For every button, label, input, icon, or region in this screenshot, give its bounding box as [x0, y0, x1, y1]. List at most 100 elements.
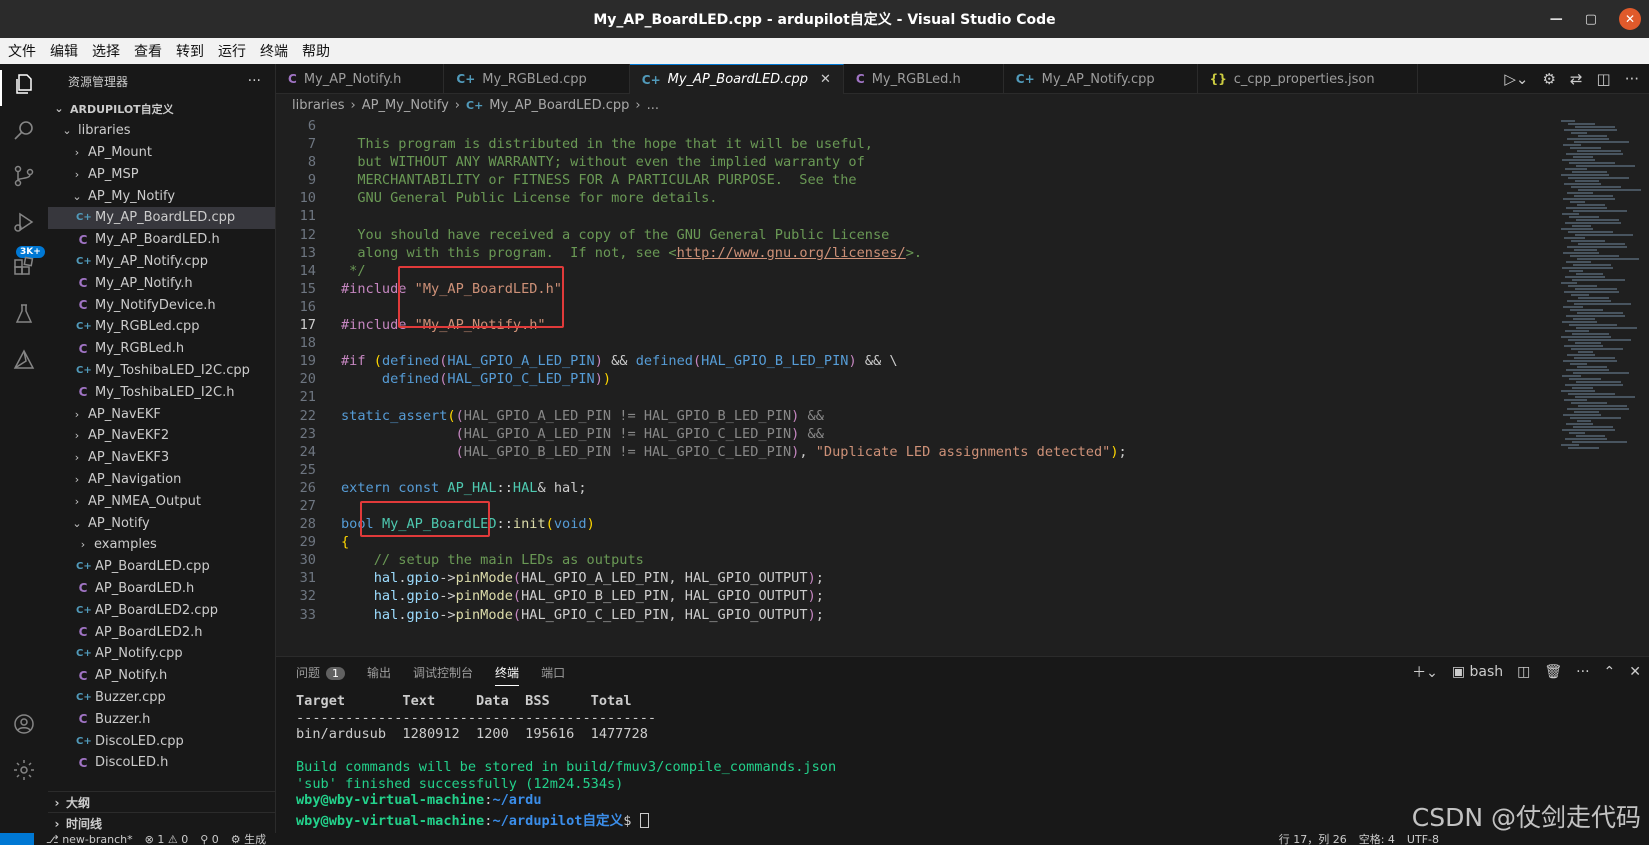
terminal-line: Build commands will be stored in build/f…	[296, 759, 837, 775]
breadcrumb-symbol[interactable]: ...	[647, 98, 659, 113]
workspace-root[interactable]: ⌄ ARDUPILOT自定义	[48, 98, 275, 120]
tree-item[interactable]: C+ My_ToshibaLED_I2C.cpp	[48, 360, 275, 382]
tree-item[interactable]: C DiscoLED.h	[48, 752, 275, 774]
more-actions-icon[interactable]: ···	[248, 73, 261, 89]
tree-item[interactable]: C AP_BoardLED2.h	[48, 621, 275, 643]
run-icon[interactable]: ▷⌄	[1504, 70, 1528, 88]
timeline-section[interactable]: › 时间线	[48, 812, 275, 833]
tree-item[interactable]: C+ My_RGBLed.cpp	[48, 316, 275, 338]
tree-item[interactable]: C+ DiscoLED.cpp	[48, 730, 275, 752]
editor-tab[interactable]: C+ My_RGBLed.cpp	[444, 64, 630, 94]
tree-item[interactable]: › AP_Navigation	[48, 469, 275, 491]
tree-item[interactable]: › AP_NavEKF	[48, 403, 275, 425]
tree-item-label: AP_BoardLED2.cpp	[95, 602, 218, 618]
menu-terminal[interactable]: 终端	[258, 41, 290, 61]
close-panel-icon[interactable]: ✕	[1629, 664, 1641, 680]
tab-debug-console[interactable]: 调试控制台	[413, 664, 473, 681]
new-terminal-icon[interactable]: ＋⌄	[1412, 662, 1438, 682]
tree-item[interactable]: ⌄ AP_Notify	[48, 512, 275, 534]
code-editor[interactable]: 6 7 This program is distributed in the ho…	[276, 116, 1649, 656]
editor-tab-label: My_RGBLed.cpp	[482, 71, 587, 87]
remote-indicator[interactable]	[0, 833, 34, 845]
tree-item[interactable]: C+ Buzzer.cpp	[48, 687, 275, 709]
tree-item[interactable]: C+ AP_BoardLED.cpp	[48, 556, 275, 578]
tab-ports[interactable]: 端口	[541, 664, 565, 681]
build-button[interactable]: ⚙ 生成	[231, 833, 266, 845]
tree-item[interactable]: C My_NotifyDevice.h	[48, 294, 275, 316]
more-actions-icon[interactable]: ···	[1625, 70, 1639, 88]
tree-item[interactable]: › AP_NMEA_Output	[48, 490, 275, 512]
tree-item[interactable]: C+ My_AP_BoardLED.cpp	[48, 206, 275, 229]
minimap-line	[1569, 216, 1599, 218]
tree-item[interactable]: C My_RGBLed.h	[48, 338, 275, 360]
menu-selection[interactable]: 选择	[90, 41, 122, 61]
line-number: 7	[307, 136, 316, 153]
terminal-output[interactable]: Target Text Data BSS Total --------------…	[296, 693, 837, 829]
explorer-icon[interactable]	[12, 72, 36, 96]
source-control-icon[interactable]	[12, 164, 36, 188]
trash-icon[interactable]: 🗑	[1544, 664, 1562, 680]
indentation[interactable]: 空格: 4	[1359, 833, 1395, 845]
menu-go[interactable]: 转到	[174, 41, 206, 61]
tree-item[interactable]: C My_AP_Notify.h	[48, 272, 275, 294]
editor-tab[interactable]: C My_RGBLed.h	[844, 64, 1004, 94]
more-actions-icon[interactable]: ···	[1576, 664, 1589, 680]
tree-item[interactable]: › AP_NavEKF3	[48, 447, 275, 469]
settings-gear-icon[interactable]: ⚙	[1542, 70, 1555, 88]
ports-indicator[interactable]: ⚲ 0	[200, 833, 219, 845]
minimize-button[interactable]: —	[1550, 12, 1563, 27]
tree-item[interactable]: › AP_Mount	[48, 142, 275, 164]
close-button[interactable]: ✕	[1619, 8, 1641, 30]
search-icon[interactable]	[12, 118, 36, 142]
settings-gear-icon[interactable]	[12, 758, 36, 782]
tree-item[interactable]: C AP_Notify.h	[48, 665, 275, 687]
cmake-icon[interactable]	[12, 348, 36, 372]
menu-help[interactable]: 帮助	[300, 41, 332, 61]
editor-tab[interactable]: C+ My_AP_Notify.cpp	[1004, 64, 1198, 94]
breadcrumb-folder[interactable]: AP_My_Notify	[362, 98, 449, 113]
editor-tab[interactable]: {} c_cpp_properties.json	[1198, 64, 1418, 94]
minimap-line	[1574, 411, 1599, 413]
tree-item[interactable]: › examples	[48, 534, 275, 556]
close-tab-icon[interactable]: ✕	[820, 72, 831, 87]
menu-view[interactable]: 查看	[132, 41, 164, 61]
testing-icon[interactable]	[12, 302, 36, 326]
editor-tab[interactable]: C+ My_AP_BoardLED.cpp ✕	[629, 64, 844, 94]
cursor-position[interactable]: 行 17，列 26	[1279, 833, 1347, 845]
menu-edit[interactable]: 编辑	[48, 41, 80, 61]
compare-icon[interactable]: ⇄	[1570, 70, 1583, 88]
account-icon[interactable]	[12, 712, 36, 736]
split-terminal-icon[interactable]: ◫	[1517, 664, 1530, 680]
tree-item[interactable]: C My_ToshibaLED_I2C.h	[48, 381, 275, 403]
tree-item[interactable]: C+ My_AP_Notify.cpp	[48, 251, 275, 273]
outline-section[interactable]: › 大纲	[48, 791, 275, 813]
maximize-button[interactable]: ▢	[1585, 12, 1597, 27]
tree-item[interactable]: › AP_NavEKF2	[48, 425, 275, 447]
tree-item[interactable]: C Buzzer.h	[48, 708, 275, 730]
folder-libraries[interactable]: ⌄ libraries	[48, 120, 275, 142]
menu-file[interactable]: 文件	[6, 41, 38, 61]
tree-item[interactable]: C AP_BoardLED.h	[48, 578, 275, 600]
branch-indicator[interactable]: ⎇ new-branch*	[46, 833, 133, 845]
breadcrumb-libraries[interactable]: libraries	[292, 98, 345, 113]
problems-indicator[interactable]: ⊗ 1 ⚠ 0	[145, 833, 189, 845]
tree-item[interactable]: ⌄ AP_My_Notify	[48, 185, 275, 207]
tree-item[interactable]: C+ AP_Notify.cpp	[48, 643, 275, 665]
editor-tab[interactable]: C My_AP_Notify.h	[276, 64, 445, 94]
tab-output[interactable]: 输出	[367, 664, 391, 681]
encoding[interactable]: UTF-8	[1407, 833, 1439, 845]
minimap[interactable]	[1555, 116, 1641, 656]
code-text: */	[341, 262, 366, 279]
split-editor-icon[interactable]: ◫	[1597, 70, 1611, 88]
run-debug-icon[interactable]	[12, 210, 36, 234]
maximize-panel-icon[interactable]: ⌃	[1604, 664, 1616, 680]
terminal-shell[interactable]: ▣ bash	[1452, 664, 1503, 680]
menu-run[interactable]: 运行	[216, 41, 248, 61]
tree-item[interactable]: C+ AP_BoardLED2.cpp	[48, 599, 275, 621]
tree-item[interactable]: › AP_MSP	[48, 163, 275, 185]
breadcrumb-file[interactable]: My_AP_BoardLED.cpp	[489, 98, 629, 113]
tree-item[interactable]: C My_AP_BoardLED.h	[48, 229, 275, 251]
tab-terminal[interactable]: 终端	[495, 659, 520, 686]
extensions-icon[interactable]	[12, 256, 36, 280]
tab-problems[interactable]: 问题 1	[296, 664, 346, 681]
